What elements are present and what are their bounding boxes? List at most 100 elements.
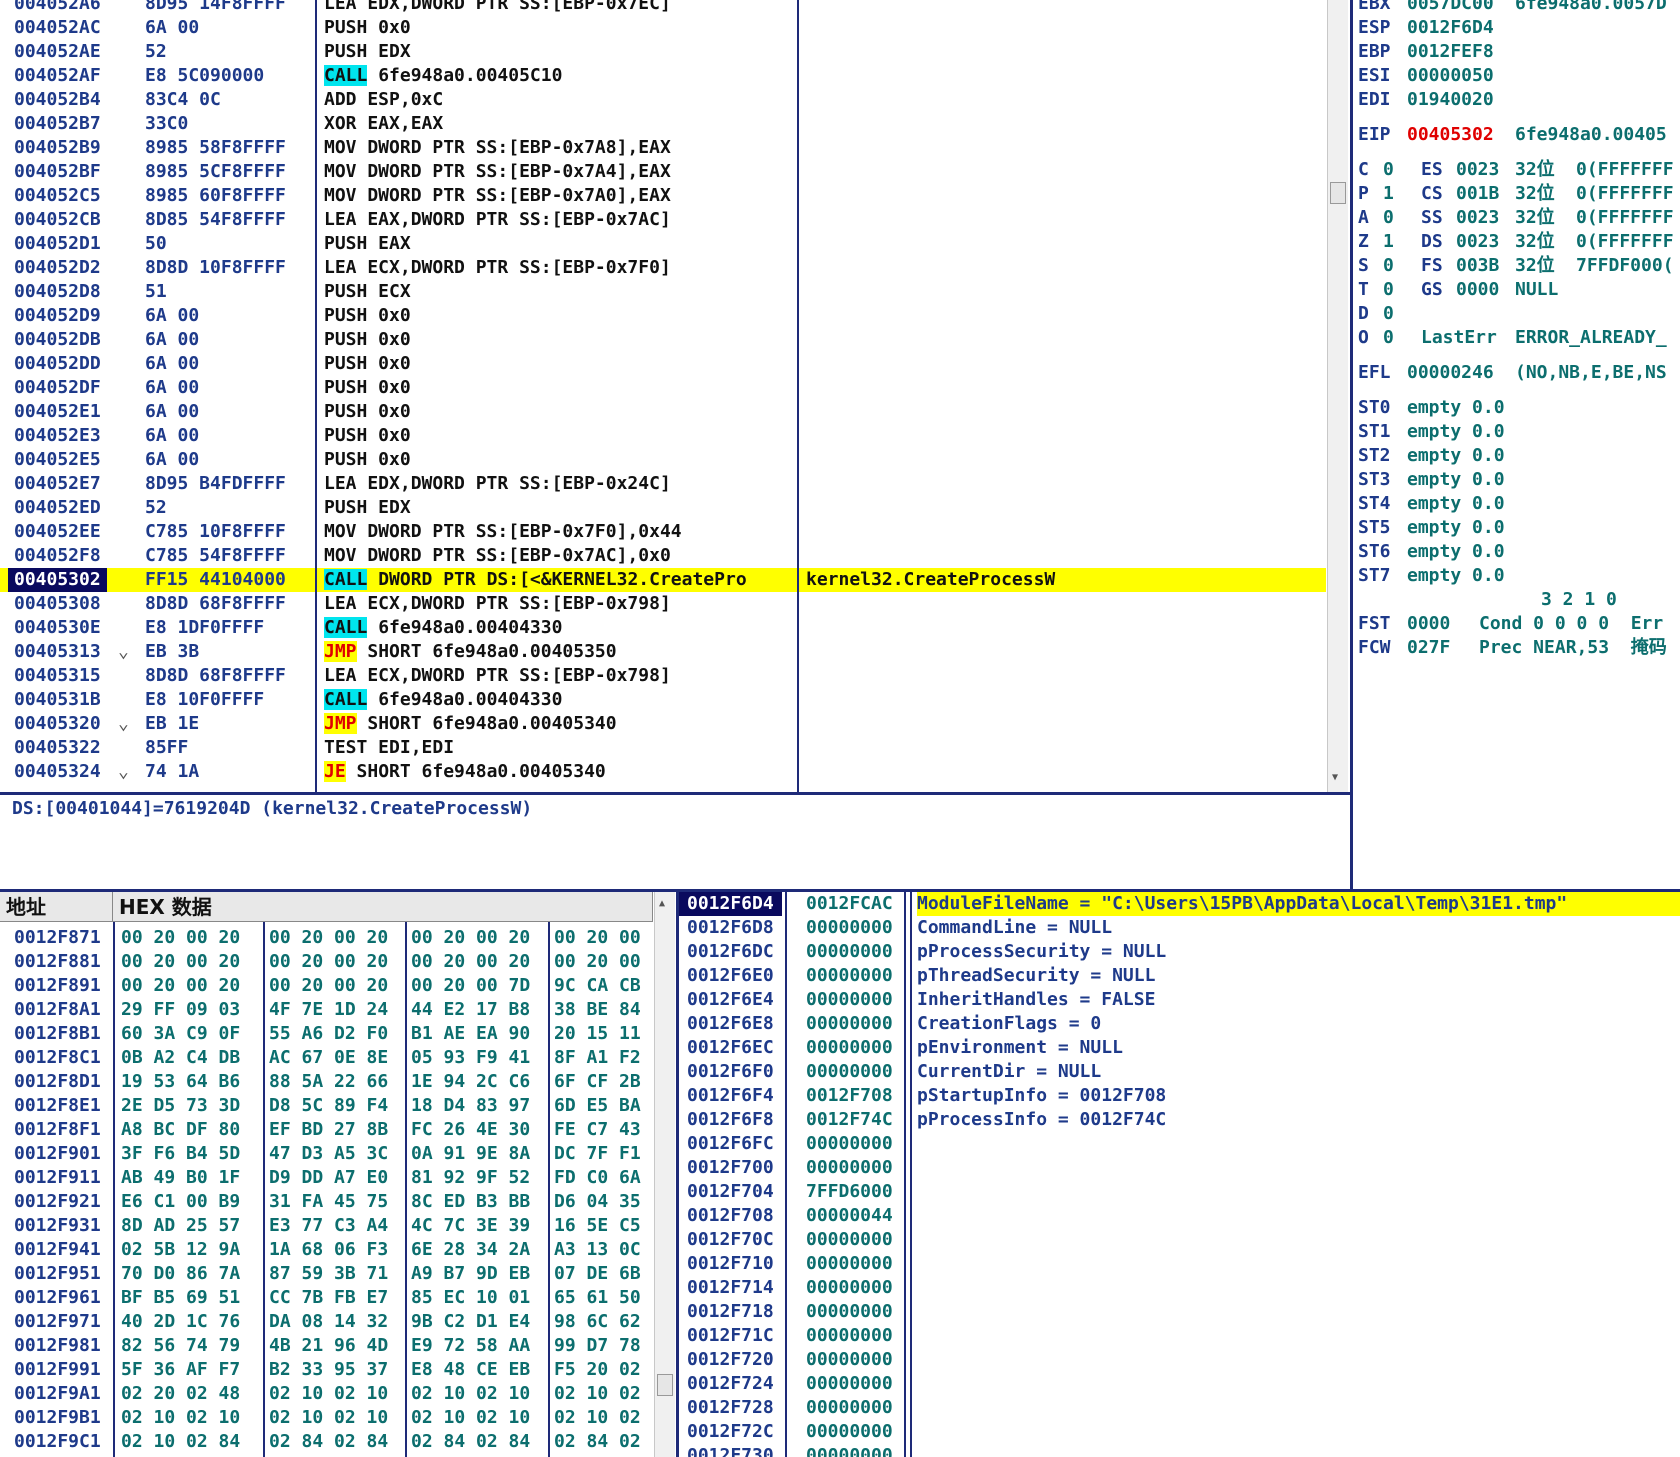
dump-address[interactable]: 0012F951	[14, 1262, 101, 1286]
disasm-address[interactable]: 00405324	[14, 760, 101, 784]
stack-address[interactable]: 0012F72C	[679, 1420, 782, 1444]
dump-byte-group[interactable]: 87 59 3B 71	[269, 1262, 388, 1286]
dump-byte-group[interactable]: 9C CA CB	[554, 974, 641, 998]
disasm-row[interactable]: 004052E3 6A 00 PUSH 0x0	[0, 424, 1326, 448]
dump-byte-group[interactable]: F5 20 02	[554, 1358, 641, 1382]
stack-pane[interactable]: 0012F6D4 0012FCAC ModuleFileName = "C:\Use…	[679, 892, 1680, 1457]
register-row-fcw[interactable]: FCW 027F Prec NEAR,53 掩码	[1353, 636, 1680, 660]
dump-byte-group[interactable]: BF B5 69 51	[121, 1286, 240, 1310]
disasm-instruction[interactable]: ADD ESP,0xC	[324, 88, 443, 112]
disasm-address[interactable]: 004052ED	[14, 496, 101, 520]
disasm-instruction[interactable]: LEA ECX,DWORD PTR SS:[EBP-0x7F0]	[324, 256, 671, 280]
dump-byte-group[interactable]: 00 20 00	[554, 926, 641, 950]
stack-address[interactable]: 0012F718	[679, 1300, 782, 1324]
dump-byte-group[interactable]: 82 56 74 79	[121, 1334, 240, 1358]
dump-byte-group[interactable]: 4F 7E 1D 24	[269, 998, 388, 1022]
dump-byte-group[interactable]: 00 20 00 20	[269, 974, 388, 998]
dump-scroll-thumb[interactable]	[657, 1374, 673, 1396]
disasm-instruction[interactable]: PUSH EDX	[324, 496, 411, 520]
register-row-efl[interactable]: EFL 00000246 (NO,NB,E,BE,NS	[1353, 361, 1680, 385]
dump-row[interactable]: 0012F911 AB 49 B0 1F D9 DD A7 E0 81 92 9F 5…	[0, 1166, 652, 1190]
disasm-address[interactable]: 004052D1	[14, 232, 101, 256]
dump-address[interactable]: 0012F941	[14, 1238, 101, 1262]
dump-byte-group[interactable]: 02 10 02 10	[121, 1406, 240, 1430]
dump-address[interactable]: 0012F9B1	[14, 1406, 101, 1430]
disasm-row[interactable]: 00405324 ⌄ 74 1A JE SHORT 6fe948a0.00405340	[0, 760, 1326, 784]
dump-byte-group[interactable]: 44 E2 17 B8	[411, 998, 530, 1022]
fpu-row[interactable]: ST7 empty 0.0	[1353, 564, 1680, 588]
cond-header-row[interactable]: 3 2 1 0	[1353, 588, 1680, 612]
disasm-instruction[interactable]: LEA EDX,DWORD PTR SS:[EBP-0x7EC]	[324, 0, 671, 16]
dump-byte-group[interactable]: 19 53 64 B6	[121, 1070, 240, 1094]
dump-byte-group[interactable]: 60 3A C9 0F	[121, 1022, 240, 1046]
dump-byte-group[interactable]: 02 84 02	[554, 1430, 641, 1454]
dump-row[interactable]: 0012F891 00 20 00 20 00 20 00 20 00 20 00 7…	[0, 974, 652, 998]
stack-value[interactable]: 00000000	[806, 964, 893, 988]
dump-byte-group[interactable]: 6F CF 2B	[554, 1070, 641, 1094]
dump-row[interactable]: 0012F941 02 5B 12 9A 1A 68 06 F3 6E 28 34 2…	[0, 1238, 652, 1262]
dump-byte-group[interactable]: A9 B7 9D EB	[411, 1262, 530, 1286]
dump-row[interactable]: 0012F871 00 20 00 20 00 20 00 20 00 20 00 2…	[0, 926, 652, 950]
disasm-instruction[interactable]: LEA EDX,DWORD PTR SS:[EBP-0x24C]	[324, 472, 671, 496]
disasm-row[interactable]: 0040530E E8 1DF0FFFF CALL 6fe948a0.0040433…	[0, 616, 1326, 640]
dump-row[interactable]: 0012F9A1 02 20 02 48 02 10 02 10 02 10 02 1…	[0, 1382, 652, 1406]
disasm-address[interactable]: 004052DD	[14, 352, 101, 376]
disasm-row[interactable]: 004052ED 52 PUSH EDX	[0, 496, 1326, 520]
dump-byte-group[interactable]: 4B 21 96 4D	[269, 1334, 388, 1358]
disasm-row[interactable]: 00405313 ⌄ EB 3B JMP SHORT 6fe948a0.0040535…	[0, 640, 1326, 664]
dump-byte-group[interactable]: 05 93 F9 41	[411, 1046, 530, 1070]
dump-byte-group[interactable]: 29 FF 09 03	[121, 998, 240, 1022]
flag-row[interactable]: A 0 SS 0023 32位 0(FFFFFFF	[1353, 206, 1680, 230]
disasm-address[interactable]: 004052F8	[14, 544, 101, 568]
stack-address[interactable]: 0012F710	[679, 1252, 782, 1276]
disasm-address[interactable]: 004052DB	[14, 328, 101, 352]
stack-row[interactable]: 0012F724 00000000	[679, 1372, 1680, 1396]
stack-row[interactable]: 0012F730 00000000	[679, 1444, 1680, 1457]
stack-row[interactable]: 0012F6E8 00000000 CreationFlags = 0	[679, 1012, 1680, 1036]
disasm-address[interactable]: 004052DF	[14, 376, 101, 400]
dump-address[interactable]: 0012F981	[14, 1334, 101, 1358]
stack-row[interactable]: 0012F6D8 00000000 CommandLine = NULL	[679, 916, 1680, 940]
register-row[interactable]: EBX 0057DC00 6fe948a0.0057D	[1353, 0, 1680, 16]
disasm-row[interactable]: 004052D1 50 PUSH EAX	[0, 232, 1326, 256]
dump-address[interactable]: 0012F921	[14, 1190, 101, 1214]
disasm-address[interactable]: 004052E1	[14, 400, 101, 424]
stack-row[interactable]: 0012F6E0 00000000 pThreadSecurity = NULL	[679, 964, 1680, 988]
dump-byte-group[interactable]: 6E 28 34 2A	[411, 1238, 530, 1262]
disasm-row[interactable]: 004052EE C785 10F8FFFF MOV DWORD PTR SS:[E…	[0, 520, 1326, 544]
dump-address[interactable]: 0012F911	[14, 1166, 101, 1190]
stack-value[interactable]: 00000000	[806, 1132, 893, 1156]
disasm-row[interactable]: 004052CB 8D85 54F8FFFF LEA EAX,DWORD PTR S…	[0, 208, 1326, 232]
dump-byte-group[interactable]: 02 10 02 10	[411, 1382, 530, 1406]
dump-byte-group[interactable]: 9B C2 D1 E4	[411, 1310, 530, 1334]
stack-address[interactable]: 0012F6F4	[679, 1084, 782, 1108]
disasm-instruction[interactable]: LEA ECX,DWORD PTR SS:[EBP-0x798]	[324, 664, 671, 688]
dump-address[interactable]: 0012F8B1	[14, 1022, 101, 1046]
dump-row[interactable]: 0012F961 BF B5 69 51 CC 7B FB E7 85 EC 10 0…	[0, 1286, 652, 1310]
dump-byte-group[interactable]: 47 D3 A5 3C	[269, 1142, 388, 1166]
disasm-address[interactable]: 004052E7	[14, 472, 101, 496]
disasm-instruction[interactable]: PUSH 0x0	[324, 400, 411, 424]
disasm-address[interactable]: 004052CB	[14, 208, 101, 232]
stack-value[interactable]: 00000000	[806, 940, 893, 964]
stack-value[interactable]: 00000000	[806, 1276, 893, 1300]
dump-byte-group[interactable]: 00 20 00 20	[411, 926, 530, 950]
dump-byte-group[interactable]: 02 10 02 10	[269, 1382, 388, 1406]
disasm-instruction[interactable]: JE SHORT 6fe948a0.00405340	[324, 760, 606, 784]
dump-byte-group[interactable]: A8 BC DF 80	[121, 1118, 240, 1142]
dump-row[interactable]: 0012F8C1 0B A2 C4 DB AC 67 0E 8E 05 93 F9 4…	[0, 1046, 652, 1070]
dump-address[interactable]: 0012F8F1	[14, 1118, 101, 1142]
dump-row[interactable]: 0012F8F1 A8 BC DF 80 EF BD 27 8B FC 26 4E 3…	[0, 1118, 652, 1142]
disasm-address[interactable]: 004052AE	[14, 40, 101, 64]
disasm-row[interactable]: 004052AF E8 5C090000 CALL 6fe948a0.00405C1…	[0, 64, 1326, 88]
stack-address[interactable]: 0012F700	[679, 1156, 782, 1180]
stack-value[interactable]: 00000000	[806, 1012, 893, 1036]
dump-byte-group[interactable]: E9 72 58 AA	[411, 1334, 530, 1358]
disasm-address[interactable]: 004052B4	[14, 88, 101, 112]
dump-byte-group[interactable]: 18 D4 83 97	[411, 1094, 530, 1118]
disassembly-pane[interactable]: 004052A6 8D95 14F8FFFF LEA EDX,DWORD PTR S…	[0, 0, 1350, 792]
dump-byte-group[interactable]: 16 5E C5	[554, 1214, 641, 1238]
disasm-address[interactable]: 00405315	[14, 664, 101, 688]
disasm-scrollbar[interactable]: ▼	[1327, 0, 1348, 792]
register-row[interactable]: ESI 00000050	[1353, 64, 1680, 88]
